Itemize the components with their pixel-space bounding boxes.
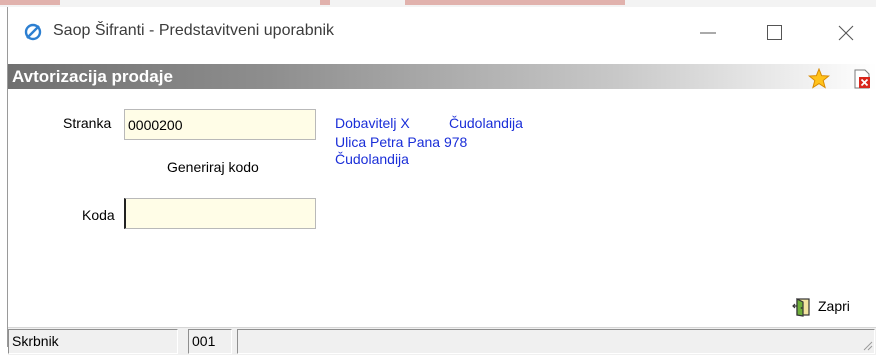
close-icon — [838, 25, 854, 41]
generate-code-button[interactable]: Generiraj kodo — [167, 159, 259, 175]
background-mark — [405, 0, 625, 5]
background-mark — [320, 0, 330, 5]
status-extra — [237, 329, 875, 354]
form-title: Avtorizacija prodaje — [12, 67, 173, 86]
favorite-star-icon[interactable] — [808, 68, 830, 89]
customer-name: Dobavitelj X — [335, 115, 410, 131]
close-form-label: Zapri — [818, 298, 850, 314]
resize-grip-icon[interactable] — [861, 339, 873, 351]
minimize-button[interactable] — [685, 17, 731, 49]
close-document-icon[interactable] — [853, 69, 871, 89]
customer-street: Ulica Petra Pana 978 — [335, 134, 468, 150]
koda-label: Koda — [82, 207, 115, 223]
stranka-label: Stranka — [63, 115, 112, 131]
title-bar[interactable]: Saop Šifranti - Predstavitveni uporabnik — [8, 7, 876, 58]
minimize-icon — [700, 32, 716, 34]
app-window: Saop Šifranti - Predstavitveni uporabnik… — [7, 7, 876, 355]
koda-input[interactable] — [124, 198, 316, 229]
close-button[interactable] — [823, 17, 869, 49]
window-title: Saop Šifranti - Predstavitveni uporabnik — [53, 22, 335, 39]
maximize-button[interactable] — [751, 17, 797, 49]
stranka-input[interactable] — [124, 109, 316, 140]
background-mark — [0, 0, 60, 5]
status-bar: Skrbnik 001 — [8, 327, 876, 355]
app-logo-icon — [24, 23, 42, 41]
status-code: 001 — [188, 329, 232, 354]
maximize-icon — [767, 25, 782, 40]
status-user: Skrbnik — [8, 329, 178, 354]
customer-city: Čudolandija — [335, 151, 409, 167]
background-strip — [0, 0, 876, 7]
customer-place: Čudolandija — [449, 115, 523, 131]
form-header: Avtorizacija prodaje — [8, 64, 876, 89]
exit-door-icon — [792, 298, 810, 317]
